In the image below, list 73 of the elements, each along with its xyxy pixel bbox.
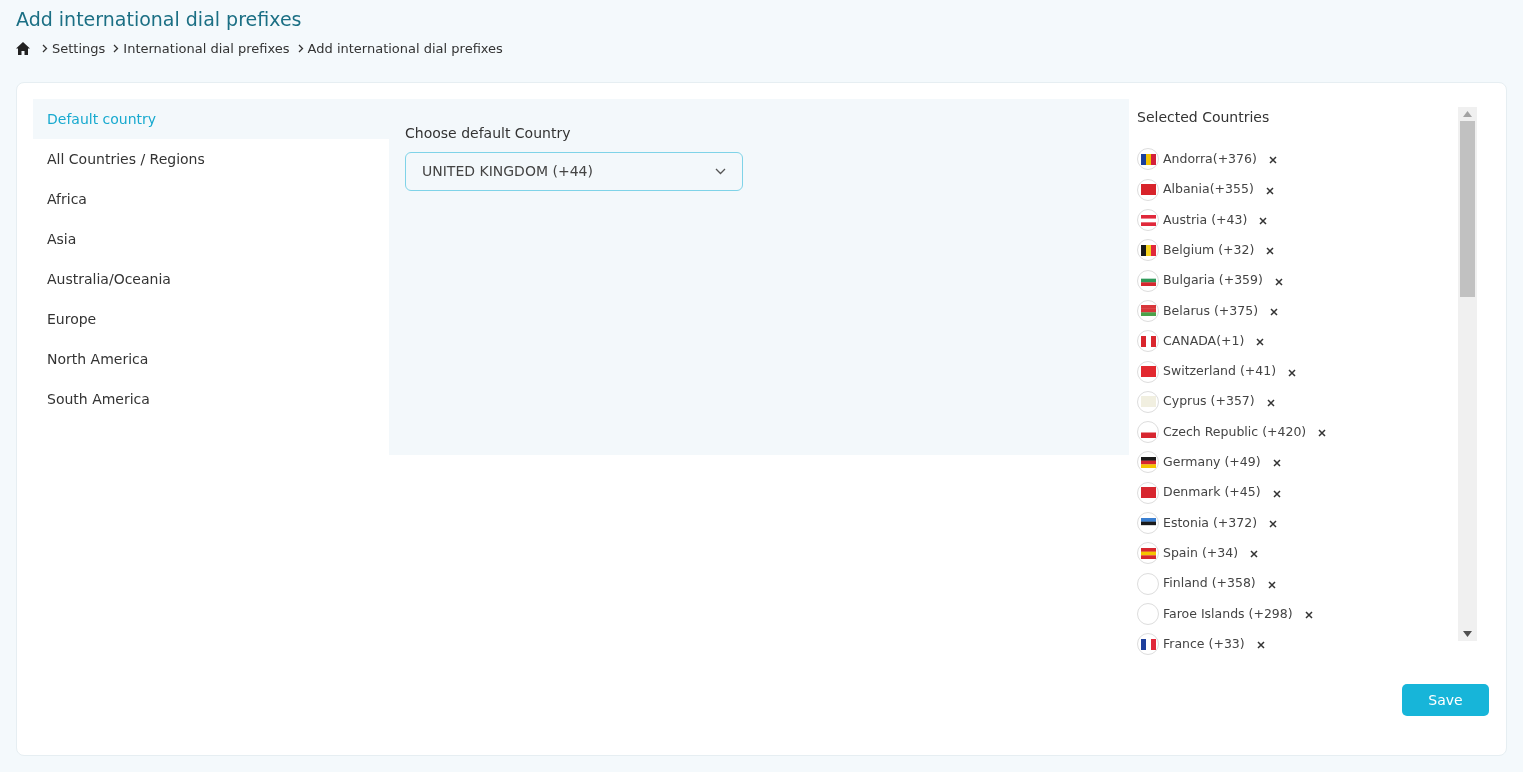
close-icon[interactable] (1268, 156, 1277, 165)
country-name: Bulgaria (+359) (1163, 271, 1263, 290)
sidebar-item[interactable]: Africa (33, 179, 389, 220)
field-label: Choose default Country (405, 124, 572, 144)
flag-icon (1137, 542, 1159, 565)
close-icon[interactable] (1266, 247, 1275, 256)
chevron-down-icon (715, 168, 726, 176)
flag-icon (1137, 512, 1159, 534)
close-icon[interactable] (1250, 550, 1259, 559)
flag-icon (1137, 481, 1159, 504)
sidebar-item[interactable]: Australia/Oceania (33, 259, 389, 300)
country-name: Albania(+355) (1163, 180, 1254, 199)
country-name: Belarus (+375) (1163, 301, 1259, 320)
close-icon[interactable] (1256, 338, 1265, 347)
section-title: Selected Countries (1137, 108, 1271, 128)
close-icon[interactable] (1272, 489, 1281, 498)
breadcrumb-link[interactable]: Settings (52, 38, 106, 59)
chevron-right-icon (42, 44, 48, 54)
country-name: Austria (+43) (1163, 210, 1248, 229)
close-icon[interactable] (1269, 520, 1278, 528)
flag-icon (1137, 299, 1159, 322)
country-name: Finland (+358) (1163, 574, 1256, 593)
breadcrumb-link[interactable]: International dial prefixes (123, 38, 290, 59)
flag-icon (1137, 178, 1159, 201)
chevron-right-icon (297, 44, 304, 54)
flag-icon (1137, 330, 1159, 353)
page-title: Add international dial prefixes (16, 8, 303, 31)
country-select[interactable]: UNITED KINGDOM (+44) (405, 152, 743, 192)
country-name: Czech Republic (+420) (1163, 422, 1307, 441)
country-name: Switzerland (+41) (1163, 362, 1277, 381)
close-icon[interactable] (1270, 307, 1279, 316)
scrollbar-thumb[interactable] (1460, 121, 1475, 298)
close-icon[interactable] (1267, 580, 1276, 589)
country-name: France (+33) (1163, 634, 1245, 653)
flag-icon (1137, 633, 1159, 656)
country-name: Spain (+34) (1163, 543, 1239, 562)
sidebar-item[interactable]: Asia (33, 219, 389, 260)
flag-icon (1137, 421, 1159, 444)
flag-icon (1137, 209, 1159, 232)
flag-icon (1137, 390, 1159, 413)
sidebar-item[interactable]: North America (33, 339, 389, 380)
flag-icon (1137, 269, 1159, 292)
country-name: Cyprus (+357) (1163, 392, 1255, 411)
country-name: Denmark (+45) (1163, 483, 1261, 502)
close-icon[interactable] (1259, 217, 1268, 226)
close-icon[interactable] (1288, 368, 1297, 377)
close-icon[interactable] (1256, 641, 1265, 650)
flag-icon (1137, 148, 1159, 171)
chevron-right-icon (113, 44, 120, 54)
country-name: Belgium (+32) (1163, 240, 1255, 259)
country-name: Faroe Islands (+298) (1163, 604, 1293, 623)
flag-icon (1137, 602, 1159, 625)
home-icon[interactable] (16, 42, 30, 56)
close-icon[interactable] (1265, 186, 1274, 195)
scrollbar[interactable] (1458, 107, 1477, 642)
country-name: Germany (+49) (1163, 453, 1261, 472)
breadcrumb-current: Add international dial prefixes (307, 39, 503, 58)
scroll-down-icon[interactable] (1463, 631, 1472, 638)
country-name: Andorra(+376) (1163, 150, 1257, 169)
close-icon[interactable] (1274, 277, 1283, 286)
close-icon[interactable] (1266, 398, 1275, 407)
close-icon[interactable] (1272, 459, 1281, 468)
sidebar-item[interactable]: Europe (33, 299, 389, 340)
flag-icon (1137, 451, 1159, 474)
flag-icon (1137, 239, 1159, 262)
country-name: CANADA(+1) (1163, 331, 1245, 350)
flag-icon (1137, 360, 1159, 383)
sidebar-item[interactable]: South America (33, 379, 389, 420)
close-icon[interactable] (1304, 610, 1313, 619)
flag-icon (1137, 572, 1159, 595)
close-icon[interactable] (1318, 429, 1327, 438)
country-name: Estonia (+372) (1163, 513, 1258, 532)
sidebar-item[interactable]: All Countries / Regions (33, 139, 389, 180)
